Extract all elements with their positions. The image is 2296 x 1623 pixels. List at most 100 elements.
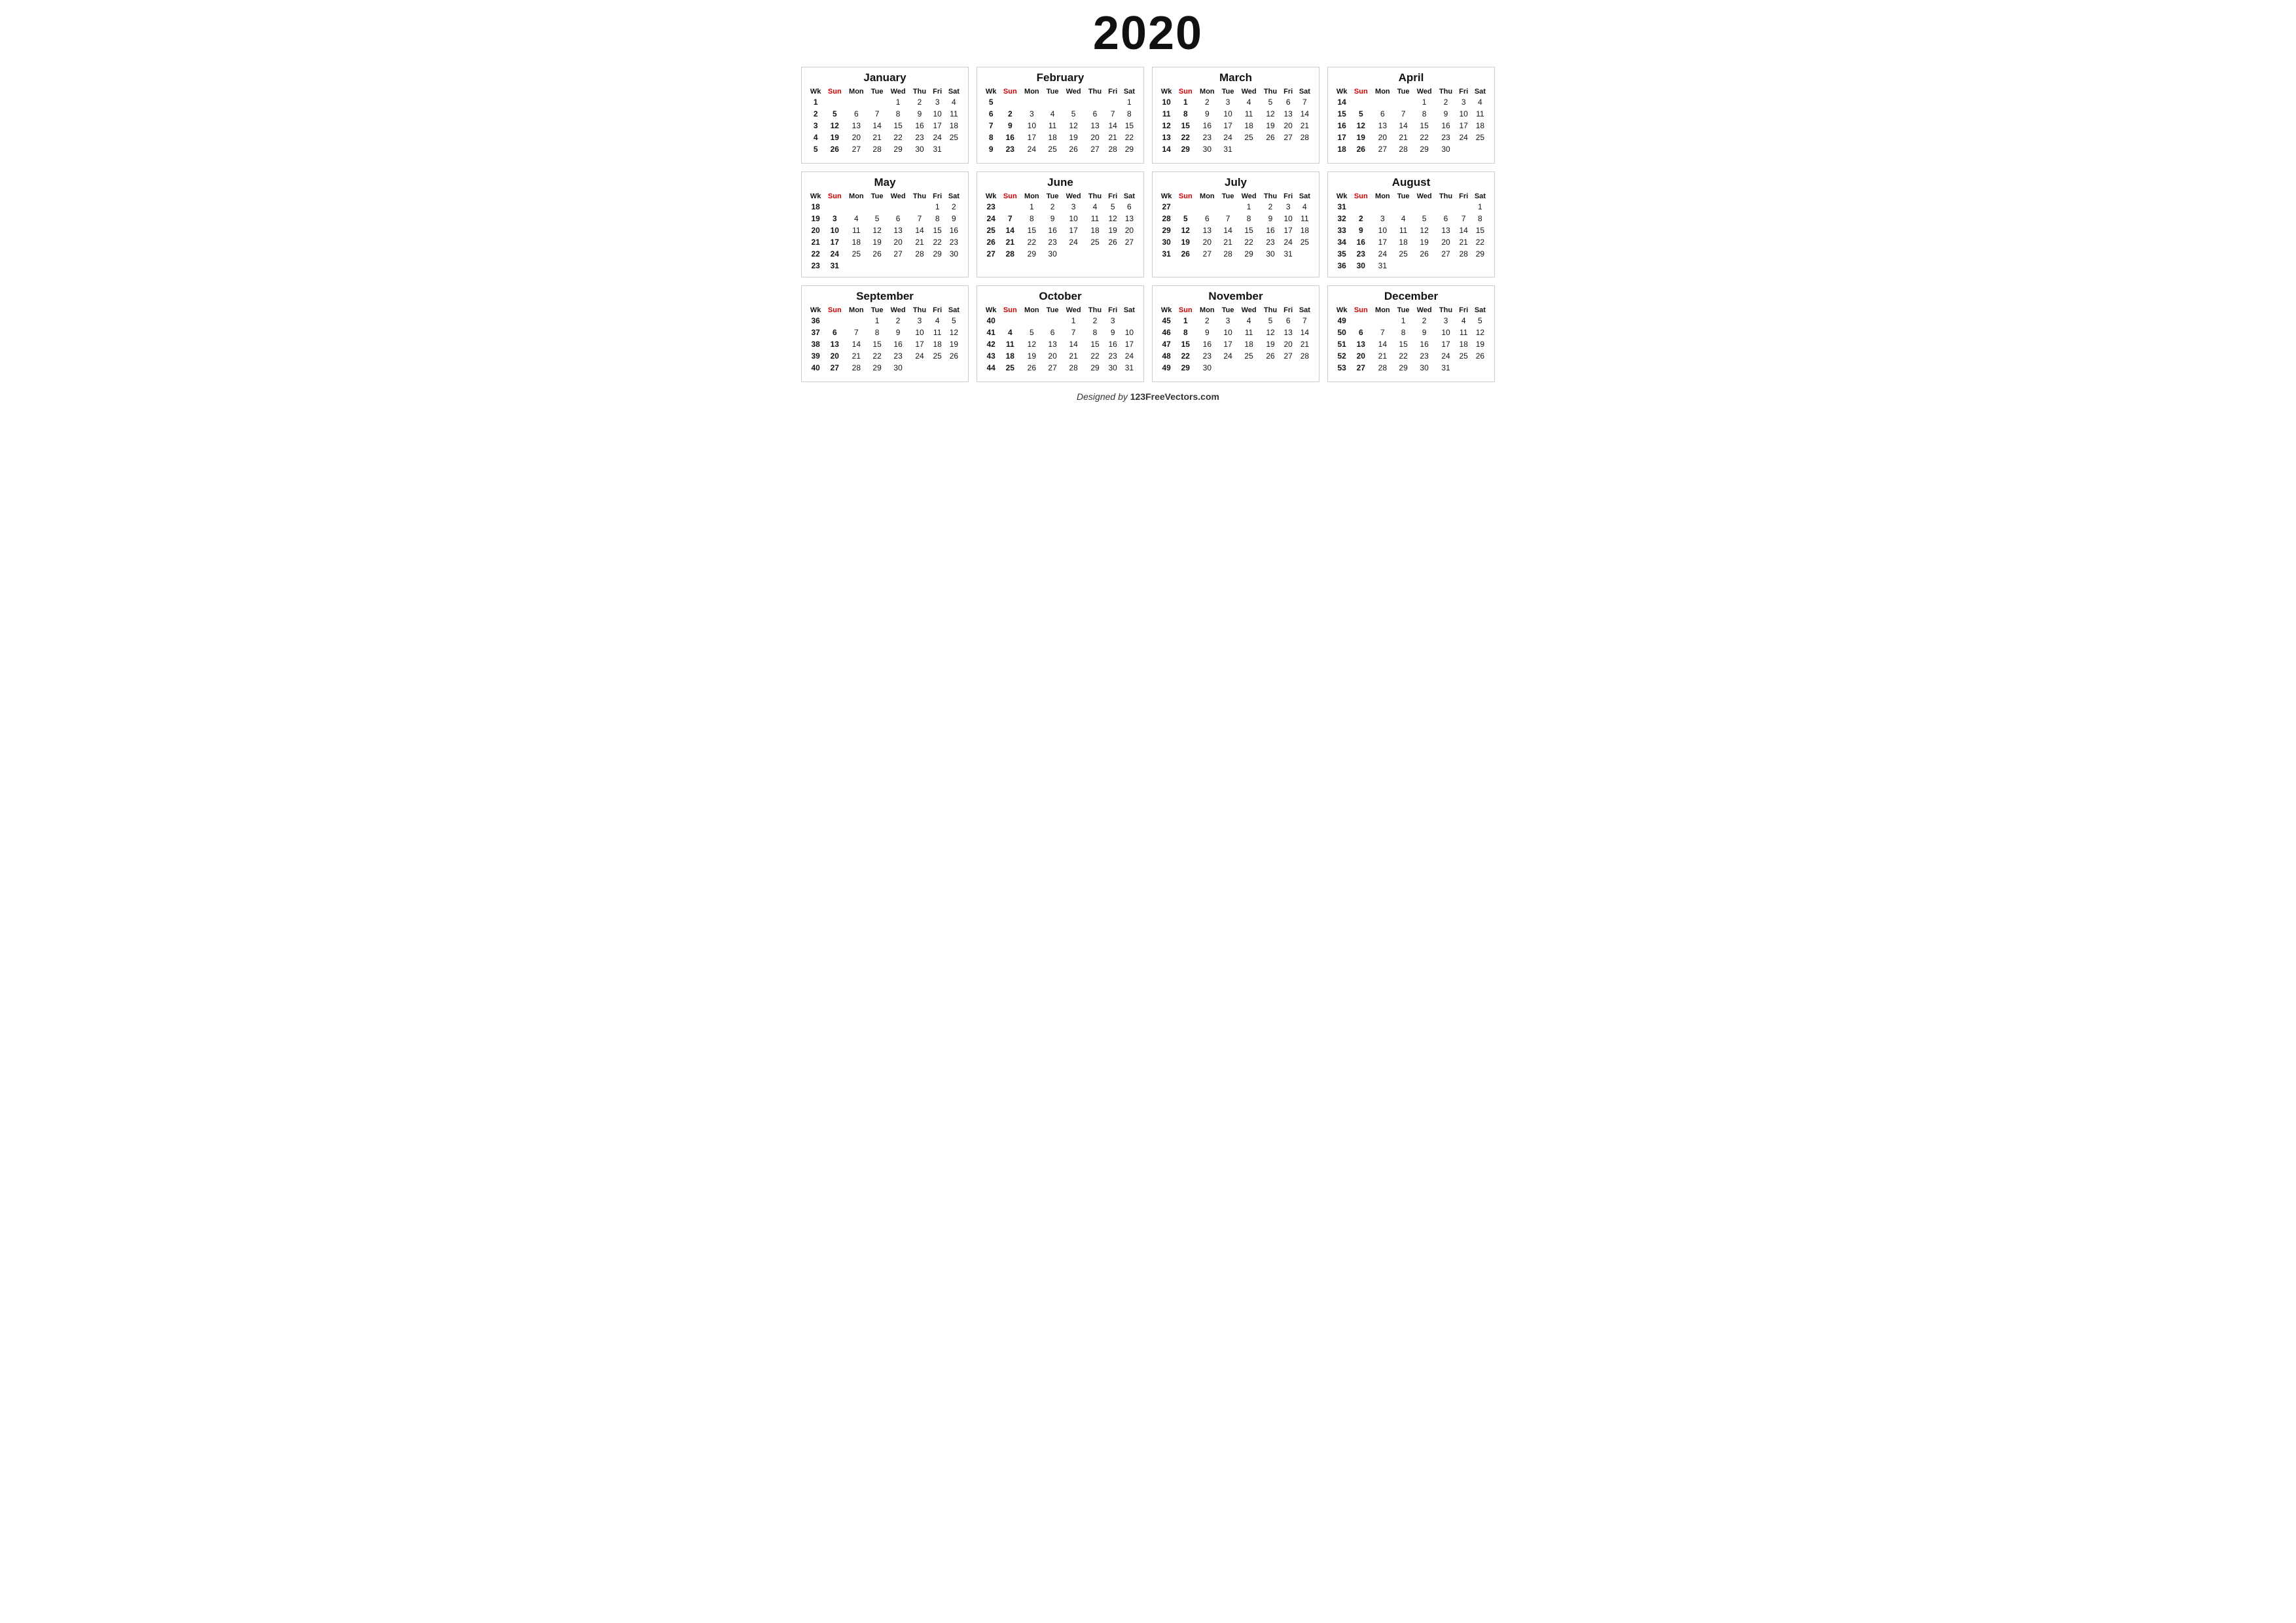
day-cell: 16 bbox=[1435, 120, 1456, 132]
day-cell: 7 bbox=[1456, 213, 1471, 224]
day-cell: 2 bbox=[1413, 315, 1436, 327]
day-cell: 7 bbox=[867, 108, 886, 120]
col-header-fri: Fri bbox=[1281, 306, 1296, 315]
day-cell: 9 bbox=[1196, 327, 1218, 338]
day-cell: 5 bbox=[1175, 213, 1196, 224]
day-cell bbox=[1456, 143, 1471, 155]
day-cell: 28 bbox=[1218, 248, 1237, 260]
month-table: WkSunMonTueWedThuFriSat23123456247891011… bbox=[982, 192, 1138, 262]
day-cell bbox=[1043, 96, 1062, 108]
day-cell bbox=[867, 374, 886, 376]
week-number: 8 bbox=[982, 132, 999, 143]
day-cell bbox=[945, 374, 963, 376]
day-cell: 21 bbox=[867, 132, 886, 143]
day-cell: 3 bbox=[1062, 201, 1085, 213]
day-cell: 20 bbox=[887, 236, 910, 248]
day-cell bbox=[1218, 155, 1237, 158]
day-cell: 26 bbox=[1020, 362, 1043, 374]
week-row: 311 bbox=[1333, 201, 1489, 213]
month-table: WkSunMonTueWedThuFriSat10123456711891011… bbox=[1158, 87, 1314, 158]
day-cell: 23 bbox=[1105, 350, 1121, 362]
week-number: 16 bbox=[1333, 120, 1350, 132]
week-number: 36 bbox=[1333, 260, 1350, 272]
day-cell bbox=[1238, 374, 1261, 376]
week-number: 7 bbox=[982, 120, 999, 132]
day-cell: 5 bbox=[1020, 327, 1043, 338]
col-header-fri: Fri bbox=[1456, 192, 1471, 201]
day-cell: 25 bbox=[930, 350, 945, 362]
day-cell bbox=[1260, 143, 1280, 155]
day-cell: 14 bbox=[1105, 120, 1121, 132]
day-cell bbox=[1121, 248, 1138, 260]
col-header-sun: Sun bbox=[1175, 306, 1196, 315]
col-header-sun: Sun bbox=[1350, 192, 1371, 201]
day-cell: 28 bbox=[1296, 132, 1314, 143]
day-cell: 22 bbox=[887, 132, 910, 143]
col-header-wk: Wk bbox=[982, 87, 999, 96]
week-number: 22 bbox=[807, 248, 824, 260]
day-cell: 17 bbox=[1435, 338, 1456, 350]
week-number: 36 bbox=[807, 315, 824, 327]
day-cell: 27 bbox=[887, 248, 910, 260]
day-cell: 13 bbox=[1196, 224, 1218, 236]
day-cell: 9 bbox=[1260, 213, 1280, 224]
day-cell: 27 bbox=[1085, 143, 1105, 155]
month-name: April bbox=[1333, 71, 1489, 84]
col-header-thu: Thu bbox=[1085, 306, 1105, 315]
day-cell: 11 bbox=[945, 108, 963, 120]
week-number: 10 bbox=[1158, 96, 1175, 108]
day-cell bbox=[1471, 260, 1489, 272]
day-cell bbox=[1471, 362, 1489, 374]
day-cell bbox=[1260, 260, 1280, 262]
col-header-wed: Wed bbox=[1238, 87, 1261, 96]
day-cell: 19 bbox=[1260, 338, 1280, 350]
day-cell: 3 bbox=[1281, 201, 1296, 213]
week-row bbox=[807, 155, 963, 158]
day-cell: 30 bbox=[1105, 362, 1121, 374]
day-cell: 29 bbox=[867, 362, 886, 374]
day-cell: 31 bbox=[1121, 362, 1138, 374]
day-cell: 26 bbox=[824, 143, 845, 155]
day-cell: 19 bbox=[1105, 224, 1121, 236]
day-cell: 23 bbox=[1260, 236, 1280, 248]
day-cell: 7 bbox=[1296, 96, 1314, 108]
week-number: 2 bbox=[807, 108, 824, 120]
day-cell: 16 bbox=[887, 338, 910, 350]
week-number: 27 bbox=[982, 248, 999, 260]
day-cell bbox=[867, 96, 886, 108]
day-cell bbox=[930, 362, 945, 374]
day-cell: 17 bbox=[1218, 338, 1237, 350]
day-cell: 14 bbox=[1062, 338, 1085, 350]
day-cell: 26 bbox=[1350, 143, 1371, 155]
week-number: 14 bbox=[1158, 143, 1175, 155]
week-row bbox=[807, 374, 963, 376]
week-number: 5 bbox=[982, 96, 999, 108]
day-cell: 17 bbox=[1062, 224, 1085, 236]
col-header-sat: Sat bbox=[1471, 192, 1489, 201]
day-cell bbox=[1043, 155, 1062, 158]
day-cell bbox=[1413, 260, 1436, 272]
week-row: 271234 bbox=[1158, 201, 1314, 213]
day-cell bbox=[999, 155, 1020, 158]
month-table: WkSunMonTueWedThuFriSat11234256789101131… bbox=[807, 87, 963, 158]
day-cell: 29 bbox=[1175, 362, 1196, 374]
day-cell bbox=[1105, 96, 1121, 108]
day-cell: 23 bbox=[1196, 350, 1218, 362]
day-cell: 24 bbox=[909, 350, 929, 362]
calendar-grid: JanuaryWkSunMonTueWedThuFriSat1123425678… bbox=[801, 67, 1495, 382]
day-cell: 24 bbox=[1062, 236, 1085, 248]
month-table: WkSunMonTueWedThuFriSat27123428567891011… bbox=[1158, 192, 1314, 262]
day-cell: 2 bbox=[909, 96, 929, 108]
week-row: 4211121314151617 bbox=[982, 338, 1138, 350]
day-cell: 28 bbox=[1296, 350, 1314, 362]
day-cell: 5 bbox=[824, 108, 845, 120]
day-cell: 18 bbox=[1043, 132, 1062, 143]
col-header-fri: Fri bbox=[1105, 87, 1121, 96]
day-cell: 13 bbox=[1085, 120, 1105, 132]
day-cell: 15 bbox=[1175, 120, 1196, 132]
col-header-mon: Mon bbox=[845, 192, 867, 201]
day-cell: 28 bbox=[999, 248, 1020, 260]
week-number: 40 bbox=[807, 362, 824, 374]
week-row: 23123456 bbox=[982, 201, 1138, 213]
day-cell: 26 bbox=[945, 350, 963, 362]
